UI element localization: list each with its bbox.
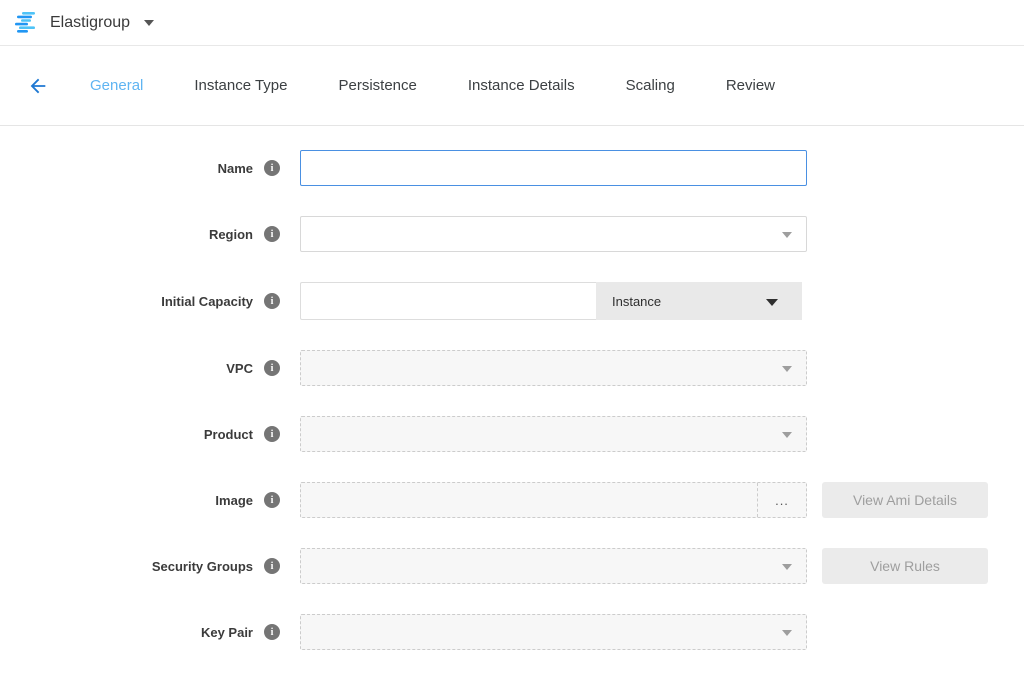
wizard-tab-bar: General Instance Type Persistence Instan… (0, 46, 1024, 126)
initial-capacity-input[interactable] (300, 282, 596, 320)
form-row-product: Product i (0, 416, 1024, 452)
chevron-down-icon (782, 564, 792, 570)
image-browse-button[interactable]: ... (757, 483, 806, 517)
capacity-unit-select[interactable]: Instance (596, 282, 802, 320)
security-groups-label: Security Groups (152, 559, 253, 574)
info-icon[interactable]: i (264, 624, 280, 640)
info-icon[interactable]: i (264, 492, 280, 508)
chevron-down-icon (766, 299, 778, 306)
tab-instance-details[interactable]: Instance Details (466, 71, 577, 100)
form-row-image: Image i ... View Ami Details (0, 482, 1024, 518)
wizard-tabs: General Instance Type Persistence Instan… (88, 71, 824, 100)
info-icon[interactable]: i (264, 558, 280, 574)
region-select[interactable] (300, 216, 807, 252)
form-row-vpc: VPC i (0, 350, 1024, 386)
tab-review[interactable]: Review (724, 71, 777, 100)
form-row-key-pair: Key Pair i (0, 614, 1024, 650)
info-icon[interactable]: i (264, 160, 280, 176)
form-row-name: Name i (0, 150, 1024, 186)
app-header: Elastigroup (0, 0, 1024, 46)
vpc-label: VPC (226, 361, 253, 376)
chevron-down-icon (782, 366, 792, 372)
tab-general[interactable]: General (88, 71, 145, 100)
product-select[interactable] (300, 416, 807, 452)
security-groups-select[interactable] (300, 548, 807, 584)
key-pair-label: Key Pair (201, 625, 253, 640)
image-label: Image (215, 493, 253, 508)
back-button[interactable] (20, 68, 56, 104)
product-switcher[interactable]: Elastigroup (14, 11, 154, 35)
chevron-down-icon (782, 432, 792, 438)
app-title: Elastigroup (50, 14, 130, 32)
elastigroup-logo-icon (14, 11, 40, 35)
chevron-down-icon (144, 20, 154, 26)
form-row-region: Region i (0, 216, 1024, 252)
view-ami-details-button[interactable]: View Ami Details (822, 482, 988, 518)
initial-capacity-label: Initial Capacity (161, 294, 253, 309)
info-icon[interactable]: i (264, 293, 280, 309)
tab-instance-type[interactable]: Instance Type (192, 71, 289, 100)
form-row-security-groups: Security Groups i View Rules (0, 548, 1024, 584)
info-icon[interactable]: i (264, 360, 280, 376)
info-icon[interactable]: i (264, 226, 280, 242)
chevron-down-icon (782, 232, 792, 238)
arrow-back-icon (27, 75, 49, 97)
name-input[interactable] (300, 150, 807, 186)
image-input[interactable]: ... (300, 482, 807, 518)
view-rules-button[interactable]: View Rules (822, 548, 988, 584)
info-icon[interactable]: i (264, 426, 280, 442)
chevron-down-icon (782, 630, 792, 636)
image-value (301, 483, 757, 517)
key-pair-select[interactable] (300, 614, 807, 650)
tab-scaling[interactable]: Scaling (624, 71, 677, 100)
capacity-unit-value: Instance (612, 294, 661, 309)
tab-persistence[interactable]: Persistence (337, 71, 419, 100)
region-label: Region (209, 227, 253, 242)
general-form: Name i Region i Initial Capacity i Insta… (0, 126, 1024, 650)
form-row-initial-capacity: Initial Capacity i Instance (0, 282, 1024, 320)
name-label: Name (218, 161, 253, 176)
vpc-select[interactable] (300, 350, 807, 386)
product-label: Product (204, 427, 253, 442)
